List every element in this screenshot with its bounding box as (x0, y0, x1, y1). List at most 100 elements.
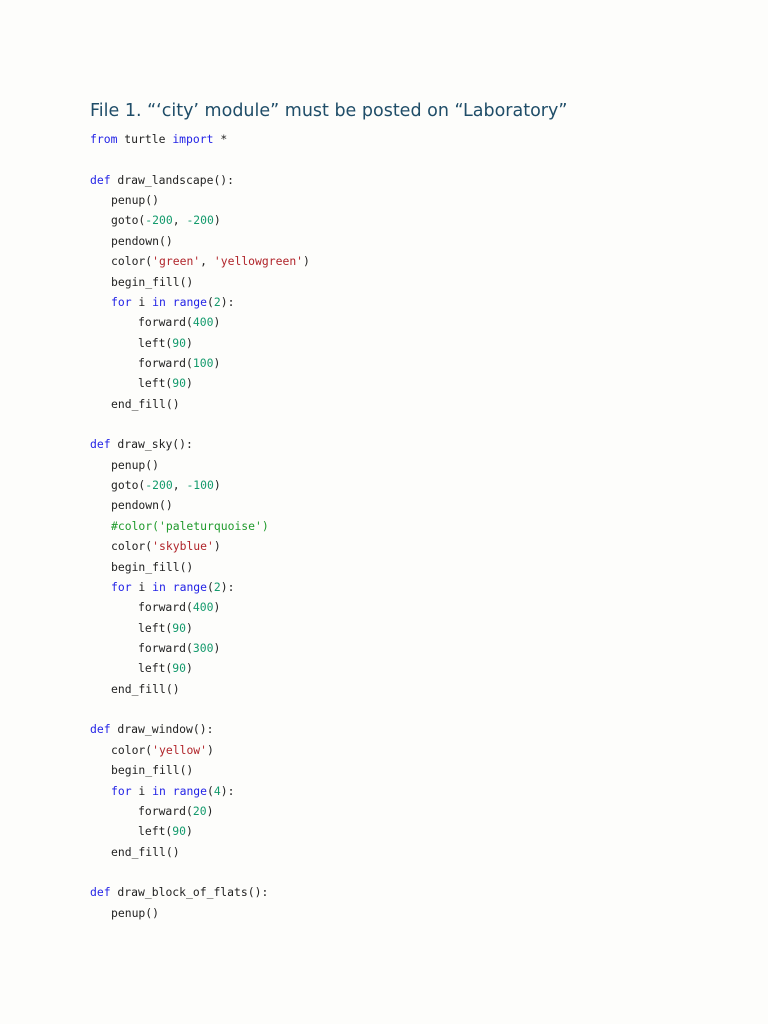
code-token-txt: i (131, 579, 153, 594)
code-line: def draw_landscape(): (90, 170, 310, 190)
code-token-kw: def (90, 172, 111, 187)
code-token-txt: left( (138, 335, 173, 350)
code-token-num: 90 (172, 335, 187, 350)
code-token-txt: color( (111, 254, 153, 269)
code-token-txt: ( (207, 783, 214, 798)
code-token-num: 90 (172, 620, 187, 635)
code-token-txt: draw_block_of_flats(): (110, 885, 269, 900)
code-line: for i in range(2): (90, 577, 310, 597)
code-token-kw: in (152, 579, 166, 594)
code-token-txt: goto( (111, 213, 146, 228)
code-token-txt: ) (186, 824, 193, 839)
code-line: begin_fill() (90, 272, 310, 292)
code-token-num: 100 (192, 355, 214, 370)
code-line: forward(300) (90, 638, 310, 658)
code-token-txt: i (131, 783, 153, 798)
code-line: for i in range(4): (90, 781, 310, 801)
code-token-txt: , (172, 213, 187, 228)
code-token-kw: in (152, 294, 166, 309)
code-token-txt: end_fill() (111, 396, 180, 411)
code-token-str: 'yellowgreen' (213, 254, 304, 269)
document-heading: File 1. “‘city’ module” must be posted o… (90, 101, 568, 121)
code-token-kw: in (152, 783, 166, 798)
code-token-txt: penup() (111, 457, 160, 472)
code-line: from turtle import * (90, 129, 310, 149)
code-token-txt: turtle (117, 132, 173, 146)
code-token-txt: ) (207, 742, 214, 757)
code-token-num: 90 (172, 661, 187, 676)
code-token-txt: ) (213, 355, 221, 370)
code-listing: from turtle import * def draw_landscape()… (90, 129, 310, 923)
code-token-str: 'skyblue' (152, 539, 214, 554)
code-token-kw: for (111, 783, 132, 798)
code-token-num: 20 (192, 803, 207, 818)
code-line: begin_fill() (90, 760, 310, 780)
code-token-txt: ) (186, 335, 193, 350)
code-token-num: 2 (213, 294, 221, 309)
code-line: penup() (90, 903, 310, 923)
code-line: goto(-200, -100) (90, 475, 310, 495)
code-token-str: 'green' (152, 254, 201, 269)
code-token-kw: def (90, 437, 111, 452)
code-token-kw: range (172, 579, 208, 594)
code-token-txt: ) (186, 376, 193, 391)
code-token-txt: ) (213, 600, 221, 615)
code-line: def draw_window(): (90, 719, 310, 739)
code-token-com: #color('paleturquoise') (111, 518, 269, 533)
code-token-txt: draw_landscape(): (110, 172, 235, 187)
code-token-txt: ) (213, 539, 221, 554)
code-token-kw: range (172, 783, 208, 798)
code-token-txt: draw_sky(): (110, 437, 193, 452)
code-token-txt: end_fill() (111, 681, 180, 696)
code-token-txt: penup() (111, 905, 160, 920)
code-token-num: -100 (186, 478, 214, 493)
code-line: forward(20) (90, 801, 310, 821)
code-token-txt: pendown() (111, 233, 173, 248)
code-token-txt: ) (303, 254, 310, 269)
code-token-txt: , (200, 254, 214, 269)
code-token-num: 90 (172, 824, 187, 839)
code-token-txt: forward( (138, 355, 193, 370)
code-token-txt: color( (111, 539, 153, 554)
code-token-kw: range (172, 294, 208, 309)
code-line: end_fill() (90, 679, 310, 699)
code-token-txt: color( (111, 742, 153, 757)
code-token-txt: ) (213, 478, 221, 493)
code-token-txt: ) (186, 661, 193, 676)
code-line: end_fill() (90, 842, 310, 862)
code-line: goto(-200, -200) (90, 210, 310, 230)
code-line: left(90) (90, 373, 310, 393)
code-token-txt: pendown() (111, 498, 173, 513)
code-line: forward(400) (90, 312, 310, 332)
code-token-str: 'yellow' (152, 742, 208, 757)
code-token-txt: ) (206, 803, 214, 818)
code-token-txt: ): (220, 294, 235, 309)
code-token-num: -200 (186, 213, 214, 228)
code-token-txt: ) (213, 640, 221, 655)
code-line: end_fill() (90, 394, 310, 414)
code-line: left(90) (90, 658, 310, 678)
code-token-txt: forward( (138, 315, 193, 330)
code-token-txt: left( (138, 661, 173, 676)
code-line: #color('paleturquoise') (90, 516, 310, 536)
code-token-txt: penup() (111, 193, 160, 208)
code-token-kw: def (90, 885, 111, 900)
code-token-txt: begin_fill() (111, 763, 194, 778)
code-token-txt: ): (220, 783, 235, 798)
code-token-txt: goto( (111, 478, 146, 493)
code-token-txt: * (213, 132, 228, 146)
code-token-txt: ) (186, 620, 193, 635)
code-token-kw: def (90, 722, 111, 737)
code-line: for i in range(2): (90, 292, 310, 312)
code-token-kw: for (111, 294, 132, 309)
code-line: pendown() (90, 231, 310, 251)
code-token-txt: begin_fill() (111, 559, 194, 574)
code-token-txt: end_fill() (111, 844, 180, 859)
code-line: forward(400) (90, 597, 310, 617)
